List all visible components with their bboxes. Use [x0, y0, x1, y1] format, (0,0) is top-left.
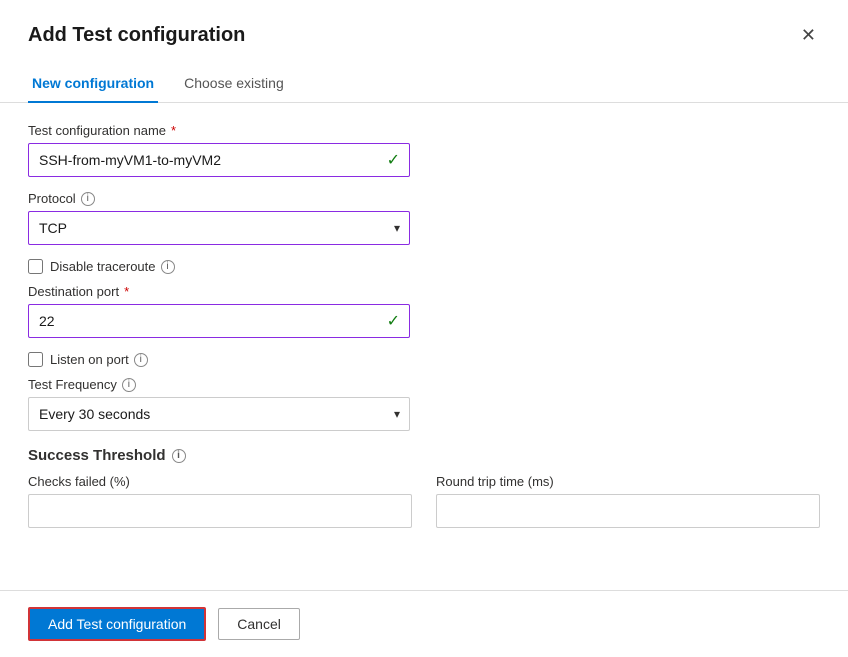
- checks-failed-input[interactable]: [28, 494, 412, 528]
- disable-traceroute-checkbox[interactable]: [28, 259, 43, 274]
- dest-port-field-group: Destination port * ✓: [28, 284, 410, 338]
- test-frequency-select-wrapper: Every 30 seconds Every 1 minute Every 5 …: [28, 397, 410, 431]
- success-threshold-title: Success Threshold i: [28, 447, 820, 464]
- add-test-configuration-button[interactable]: Add Test configuration: [28, 607, 206, 641]
- dest-port-required-star: *: [124, 284, 129, 299]
- test-frequency-field-group: Test Frequency i Every 30 seconds Every …: [28, 377, 410, 431]
- dest-port-label: Destination port *: [28, 284, 410, 299]
- threshold-row: Checks failed (%) Round trip time (ms): [28, 474, 820, 528]
- disable-traceroute-row: Disable traceroute i: [28, 259, 820, 274]
- threshold-info-icon: i: [172, 449, 186, 463]
- traceroute-info-icon: i: [161, 260, 175, 274]
- round-trip-label: Round trip time (ms): [436, 474, 820, 489]
- dialog-header: Add Test configuration ✕: [0, 0, 848, 48]
- required-star: *: [171, 123, 176, 138]
- checks-failed-label: Checks failed (%): [28, 474, 412, 489]
- test-frequency-select[interactable]: Every 30 seconds Every 1 minute Every 5 …: [28, 397, 410, 431]
- success-threshold-section: Success Threshold i Checks failed (%) Ro…: [28, 447, 820, 528]
- tab-bar: New configuration Choose existing: [0, 66, 848, 103]
- dest-port-input-wrapper: ✓: [28, 304, 410, 338]
- dest-port-input[interactable]: [28, 304, 410, 338]
- checks-failed-field: Checks failed (%): [28, 474, 412, 528]
- protocol-field-group: Protocol i TCP HTTP HTTPS ICMP ▾: [28, 191, 410, 245]
- protocol-label: Protocol i: [28, 191, 410, 206]
- tab-new-configuration[interactable]: New configuration: [28, 67, 158, 103]
- config-name-field-group: Test configuration name * ✓: [28, 123, 410, 177]
- close-button[interactable]: ✕: [797, 22, 820, 48]
- listen-on-port-label: Listen on port i: [50, 352, 148, 367]
- config-name-label: Test configuration name *: [28, 123, 410, 138]
- config-name-input[interactable]: [28, 143, 410, 177]
- add-test-configuration-dialog: Add Test configuration ✕ New configurati…: [0, 0, 848, 657]
- check-icon: ✓: [387, 150, 400, 170]
- dialog-body: Test configuration name * ✓ Protocol i T…: [0, 103, 848, 572]
- protocol-select[interactable]: TCP HTTP HTTPS ICMP: [28, 211, 410, 245]
- dest-port-check-icon: ✓: [387, 311, 400, 331]
- protocol-select-wrapper: TCP HTTP HTTPS ICMP ▾: [28, 211, 410, 245]
- config-name-input-wrapper: ✓: [28, 143, 410, 177]
- cancel-button[interactable]: Cancel: [218, 608, 300, 640]
- test-frequency-label: Test Frequency i: [28, 377, 410, 392]
- dialog-title: Add Test configuration: [28, 24, 245, 47]
- dialog-footer: Add Test configuration Cancel: [0, 591, 848, 657]
- protocol-info-icon: i: [81, 192, 95, 206]
- round-trip-input[interactable]: [436, 494, 820, 528]
- listen-on-port-checkbox[interactable]: [28, 352, 43, 367]
- listen-on-port-row: Listen on port i: [28, 352, 820, 367]
- tab-choose-existing[interactable]: Choose existing: [180, 67, 288, 103]
- disable-traceroute-label: Disable traceroute i: [50, 259, 175, 274]
- frequency-info-icon: i: [122, 378, 136, 392]
- listen-port-info-icon: i: [134, 353, 148, 367]
- round-trip-field: Round trip time (ms): [436, 474, 820, 528]
